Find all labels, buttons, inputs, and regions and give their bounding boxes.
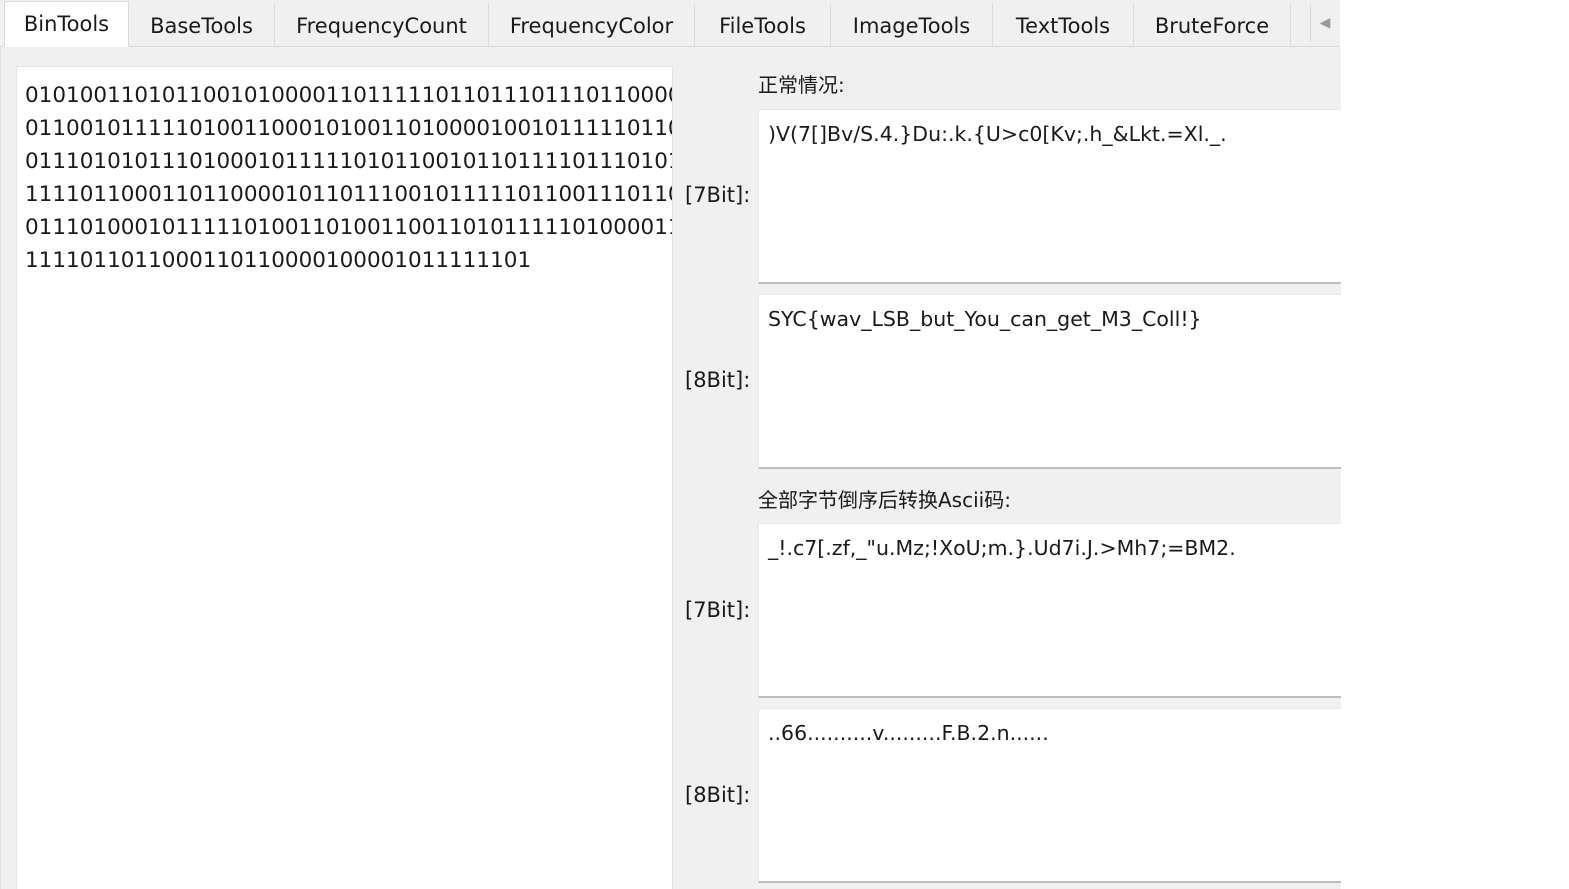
binary-line: 0111010001011111010011010011001101011111… [25, 215, 673, 240]
reversed-8bit-label: [8Bit]: [685, 783, 751, 807]
binary-line: 1111011000110110000101101110010111110110… [25, 182, 673, 207]
binary-line: 0101001101011001010000110111110110111011… [25, 83, 672, 108]
tab-bruteforce[interactable]: BruteForce [1134, 4, 1291, 46]
binary-input-textarea[interactable]: 0101001101011001010000110111110110111011… [16, 66, 673, 889]
tab-bar: BinTools BaseTools FrequencyCount Freque… [0, 0, 1340, 47]
tab-frequencycolor[interactable]: FrequencyColor [489, 4, 695, 46]
normal-7bit-output[interactable]: )V(7[]Bv/S.4.}Du:.k.{U>c0[Kv;.h_&Lkt.=Xl… [758, 109, 1341, 284]
tab-bintools[interactable]: BinTools [4, 1, 129, 47]
reversed-7bit-label: [7Bit]: [685, 598, 751, 622]
tab-texttools[interactable]: TextTools [993, 4, 1134, 46]
reversed-8bit-output[interactable]: ..66..........v.........F.B.2.n...... [758, 708, 1341, 883]
reversed-section-label: 全部字节倒序后转换Ascii码: [758, 488, 1011, 512]
tab-basetools[interactable]: BaseTools [129, 4, 275, 46]
binary-line: 0111010101110100010111110101100101101111… [25, 149, 673, 174]
tab-frequencycount[interactable]: FrequencyCount [275, 4, 489, 46]
caret-left-icon: ◀ [1319, 15, 1331, 31]
binary-line: 1111011011000110110000100001011111101 [25, 248, 532, 273]
tab-filetools[interactable]: FileTools [695, 4, 831, 46]
tab-scroll-left-button[interactable]: ◀ [1310, 4, 1339, 42]
binary-line: 0110010111110100110001010011010000100101… [25, 116, 673, 141]
tab-imagetools[interactable]: ImageTools [831, 4, 993, 46]
bintools-page: 0101001101011001010000110111110110111011… [0, 47, 1341, 889]
reversed-7bit-output[interactable]: _!.c7[.zf,_"u.Mz;!XoU;m.}.Ud7i.J.>Mh7;=B… [758, 523, 1341, 698]
normal-section-label: 正常情况: [758, 73, 845, 97]
normal-8bit-output[interactable]: SYC{wav_LSB_but_You_can_get_M3_Coll!} [758, 294, 1341, 469]
normal-8bit-label: [8Bit]: [685, 368, 751, 392]
normal-7bit-label: [7Bit]: [685, 183, 751, 207]
bin-tools-window: BinTools BaseTools FrequencyCount Freque… [0, 0, 1569, 889]
